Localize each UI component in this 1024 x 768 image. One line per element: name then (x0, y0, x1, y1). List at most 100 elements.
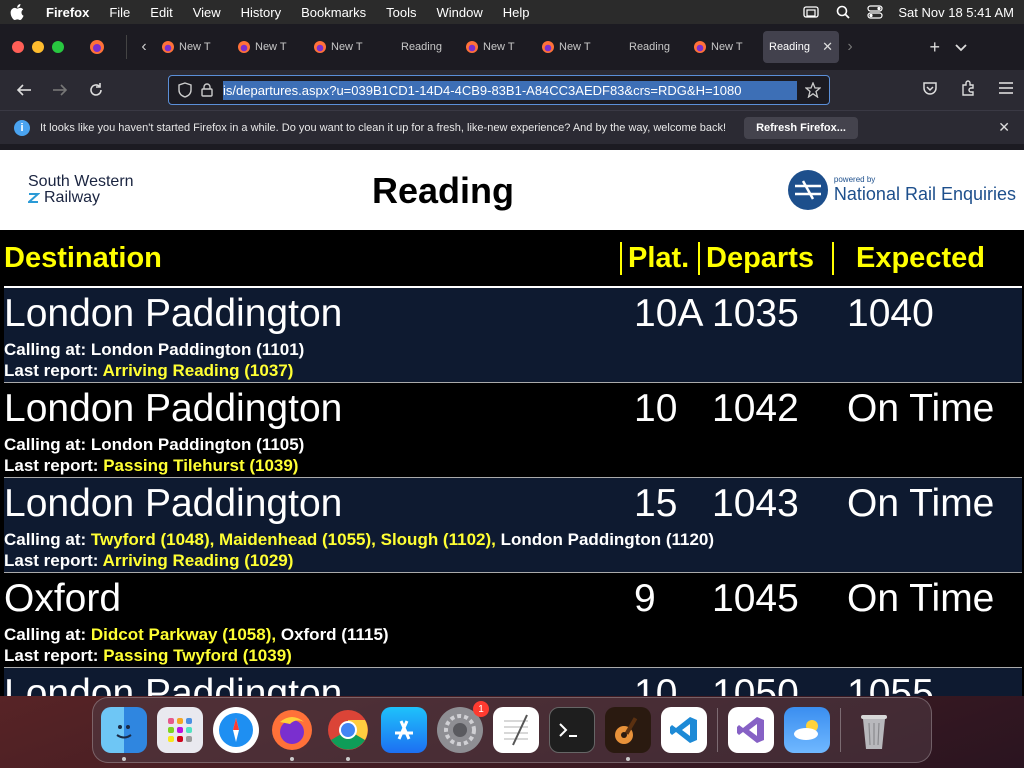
firefox-icon[interactable] (269, 707, 315, 761)
swr-chevron-icon (28, 193, 40, 203)
list-all-tabs-icon[interactable] (954, 37, 968, 58)
departure-row: London Paddington 10 1050 1055 (4, 668, 1022, 696)
firefox-icon (314, 41, 326, 53)
firefox-icon (162, 41, 174, 53)
menu-tools[interactable]: Tools (386, 5, 416, 20)
screen-mirroring-icon[interactable] (802, 4, 820, 20)
pocket-icon[interactable] (922, 80, 938, 101)
tab-reading-2[interactable]: Reading (611, 31, 687, 63)
app-store-icon[interactable] (381, 707, 427, 753)
navigation-toolbar: is/departures.aspx?u=039B1CD1-14D4-4CB9-… (0, 70, 1024, 110)
close-window-button[interactable] (12, 41, 24, 53)
row-platform: 15 (634, 482, 678, 525)
control-center-icon[interactable] (866, 4, 884, 20)
trash-icon[interactable] (851, 707, 897, 753)
report-label: Last report: (4, 456, 99, 475)
chrome-icon[interactable] (325, 707, 371, 761)
pinned-tab[interactable] (84, 34, 110, 60)
window-controls (12, 41, 64, 53)
forward-button[interactable] (46, 76, 74, 104)
row-departs: 1035 (712, 292, 799, 335)
textedit-icon[interactable] (493, 707, 539, 753)
tab-label: Reading (769, 41, 810, 53)
menu-view[interactable]: View (193, 5, 221, 20)
row-platform: 10 (634, 672, 678, 696)
tab-new-tab-3[interactable]: New T (307, 31, 383, 63)
menu-app-name[interactable]: Firefox (46, 5, 89, 20)
tab-new-tab-2[interactable]: New T (231, 31, 307, 63)
board-header: Destination Plat. Departs Expected (4, 230, 1022, 288)
launchpad-icon[interactable] (157, 707, 203, 753)
close-tab-icon[interactable]: ✕ (822, 39, 833, 55)
back-button[interactable] (10, 76, 38, 104)
row-calling-at: Calling at: London Paddington (1101) (4, 340, 304, 360)
menu-history[interactable]: History (241, 5, 281, 20)
calling-stops-final: London Paddington (1120) (500, 530, 715, 549)
close-notification-icon[interactable]: ✕ (998, 119, 1010, 136)
tab-reading-1[interactable]: Reading (383, 31, 459, 63)
tab-new-tab-4[interactable]: New T (459, 31, 535, 63)
tab-reading-active[interactable]: Reading ✕ (763, 31, 839, 63)
row-expected: 1055 (847, 672, 934, 696)
tab-scroll-left-button[interactable]: ‹ (133, 32, 155, 62)
system-settings-icon[interactable]: 1 (437, 701, 489, 753)
menu-file[interactable]: File (109, 5, 130, 20)
row-calling-at: Calling at: Didcot Parkway (1058), Oxfor… (4, 625, 389, 645)
menu-help[interactable]: Help (503, 5, 530, 20)
new-tab-button[interactable]: + (929, 37, 940, 58)
apple-icon[interactable] (10, 4, 26, 20)
south-western-railway-logo: South Western Railway (28, 174, 134, 206)
extensions-icon[interactable] (960, 79, 976, 101)
tab-label: New T (255, 41, 287, 53)
notification-badge: 1 (473, 701, 489, 717)
report-text: Passing Tilehurst (1039) (103, 456, 299, 475)
nre-powered-by: powered by (833, 175, 876, 184)
menu-window[interactable]: Window (437, 5, 483, 20)
row-destination: London Paddington (4, 292, 343, 335)
tab-label: New T (483, 41, 515, 53)
url-bar[interactable]: is/departures.aspx?u=039B1CD1-14D4-4CB9-… (168, 75, 830, 105)
notification-text: It looks like you haven't started Firefo… (40, 121, 727, 134)
tab-separator (126, 35, 127, 59)
tab-scroll-right-button[interactable]: › (839, 32, 861, 62)
tracking-protection-shield-icon[interactable] (177, 82, 193, 98)
tab-new-tab-6[interactable]: New T (687, 31, 763, 63)
tab-new-tab-1[interactable]: New T (155, 31, 231, 63)
terminal-icon[interactable] (549, 707, 595, 753)
lock-icon[interactable] (199, 82, 215, 98)
calling-label: Calling at: (4, 435, 87, 454)
row-expected: On Time (847, 482, 995, 525)
menu-edit[interactable]: Edit (150, 5, 172, 20)
tab-label: New T (559, 41, 591, 53)
row-platform: 10 (634, 387, 678, 430)
weather-icon[interactable] (784, 707, 830, 753)
spotlight-search-icon[interactable] (834, 4, 852, 20)
menu-datetime[interactable]: Sat Nov 18 5:41 AM (898, 5, 1014, 20)
zoom-window-button[interactable] (52, 41, 64, 53)
garageband-icon[interactable] (605, 707, 651, 761)
firefox-icon (694, 41, 706, 53)
logo-line-2: Railway (44, 189, 101, 206)
bookmark-star-icon[interactable] (805, 82, 821, 98)
tab-new-tab-5[interactable]: New T (535, 31, 611, 63)
national-rail-symbol-icon (787, 170, 828, 210)
vscode-icon[interactable] (661, 707, 707, 753)
minimize-window-button[interactable] (32, 41, 44, 53)
reload-button[interactable] (82, 76, 110, 104)
app-menu-icon[interactable] (998, 81, 1014, 100)
row-destination: London Paddington (4, 387, 343, 430)
menu-bar: Firefox File Edit View History Bookmarks… (0, 0, 1024, 24)
visual-studio-icon[interactable] (728, 707, 774, 753)
firefox-icon (238, 41, 250, 53)
calling-stops-final: London Paddington (1101) (90, 340, 305, 359)
header-platform: Plat. (620, 241, 689, 275)
tab-label: New T (331, 41, 363, 53)
refresh-firefox-button[interactable]: Refresh Firefox... (744, 116, 858, 139)
url-text[interactable]: is/departures.aspx?u=039B1CD1-14D4-4CB9-… (223, 80, 797, 100)
row-departs: 1050 (712, 672, 799, 696)
finder-icon[interactable] (101, 707, 147, 761)
safari-icon[interactable] (213, 707, 259, 753)
tab-label: New T (711, 41, 743, 53)
menu-bookmarks[interactable]: Bookmarks (301, 5, 366, 20)
report-label: Last report: (4, 646, 99, 665)
